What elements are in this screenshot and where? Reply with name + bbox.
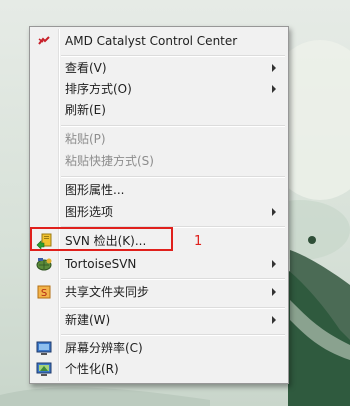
- menu-item-label: 屏幕分辨率(C): [65, 341, 143, 355]
- menu-item-personalize[interactable]: 个性化(R): [32, 358, 286, 380]
- tortoisesvn-icon: [36, 256, 52, 272]
- menu-item-paste[interactable]: 粘贴(P): [32, 128, 286, 150]
- monitor-icon: [36, 340, 52, 356]
- menu-item-label: TortoiseSVN: [65, 257, 137, 271]
- menu-item-sort[interactable]: 排序方式(O): [32, 78, 286, 100]
- menu-item-screen-resolution[interactable]: 屏幕分辨率(C): [32, 337, 286, 359]
- menu-item-label: 粘贴(P): [65, 132, 106, 146]
- share-sync-icon: S: [36, 284, 52, 300]
- menu-item-label: 图形选项: [65, 205, 114, 219]
- menu-item-view[interactable]: 查看(V): [32, 57, 286, 79]
- menu-item-label: 新建(W): [65, 313, 111, 327]
- submenu-arrow-icon: [272, 288, 276, 296]
- menu-item-graphics-properties[interactable]: 图形属性...: [32, 179, 286, 201]
- submenu-arrow-icon: [272, 85, 276, 93]
- menu-item-label: 刷新(E): [65, 103, 106, 117]
- highlight-box: [30, 227, 173, 251]
- menu-separator: [61, 334, 285, 336]
- submenu-arrow-icon: [272, 260, 276, 268]
- menu-item-label: 个性化(R): [65, 362, 119, 376]
- menu-item-share-folder-sync[interactable]: S 共享文件夹同步: [32, 281, 286, 303]
- menu-separator: [61, 125, 285, 127]
- menu-item-graphics-options[interactable]: 图形选项: [32, 201, 286, 223]
- menu-item-label: 查看(V): [65, 61, 107, 75]
- menu-item-amd-catalyst[interactable]: AMD Catalyst Control Center: [32, 30, 286, 52]
- menu-item-label: 排序方式(O): [65, 82, 132, 96]
- menu-item-label: 共享文件夹同步: [65, 285, 150, 299]
- submenu-arrow-icon: [272, 208, 276, 216]
- desktop-context-menu: AMD Catalyst Control Center 查看(V) 排序方式(O…: [29, 26, 289, 384]
- menu-item-paste-shortcut[interactable]: 粘贴快捷方式(S): [32, 150, 286, 172]
- menu-separator: [61, 176, 285, 178]
- menu-item-refresh[interactable]: 刷新(E): [32, 99, 286, 121]
- submenu-arrow-icon: [272, 316, 276, 324]
- menu-item-label: 粘贴快捷方式(S): [65, 154, 154, 168]
- amd-catalyst-icon: [36, 33, 52, 49]
- menu-item-label: AMD Catalyst Control Center: [65, 34, 238, 48]
- menu-item-new[interactable]: 新建(W): [32, 309, 286, 331]
- annotation-number: 1: [194, 234, 203, 249]
- personalize-icon: [36, 361, 52, 377]
- menu-separator: [61, 278, 285, 280]
- svg-text:S: S: [41, 288, 47, 299]
- submenu-arrow-icon: [272, 64, 276, 72]
- menu-item-label: 图形属性...: [65, 183, 125, 197]
- menu-item-tortoisesvn[interactable]: TortoiseSVN: [32, 253, 286, 275]
